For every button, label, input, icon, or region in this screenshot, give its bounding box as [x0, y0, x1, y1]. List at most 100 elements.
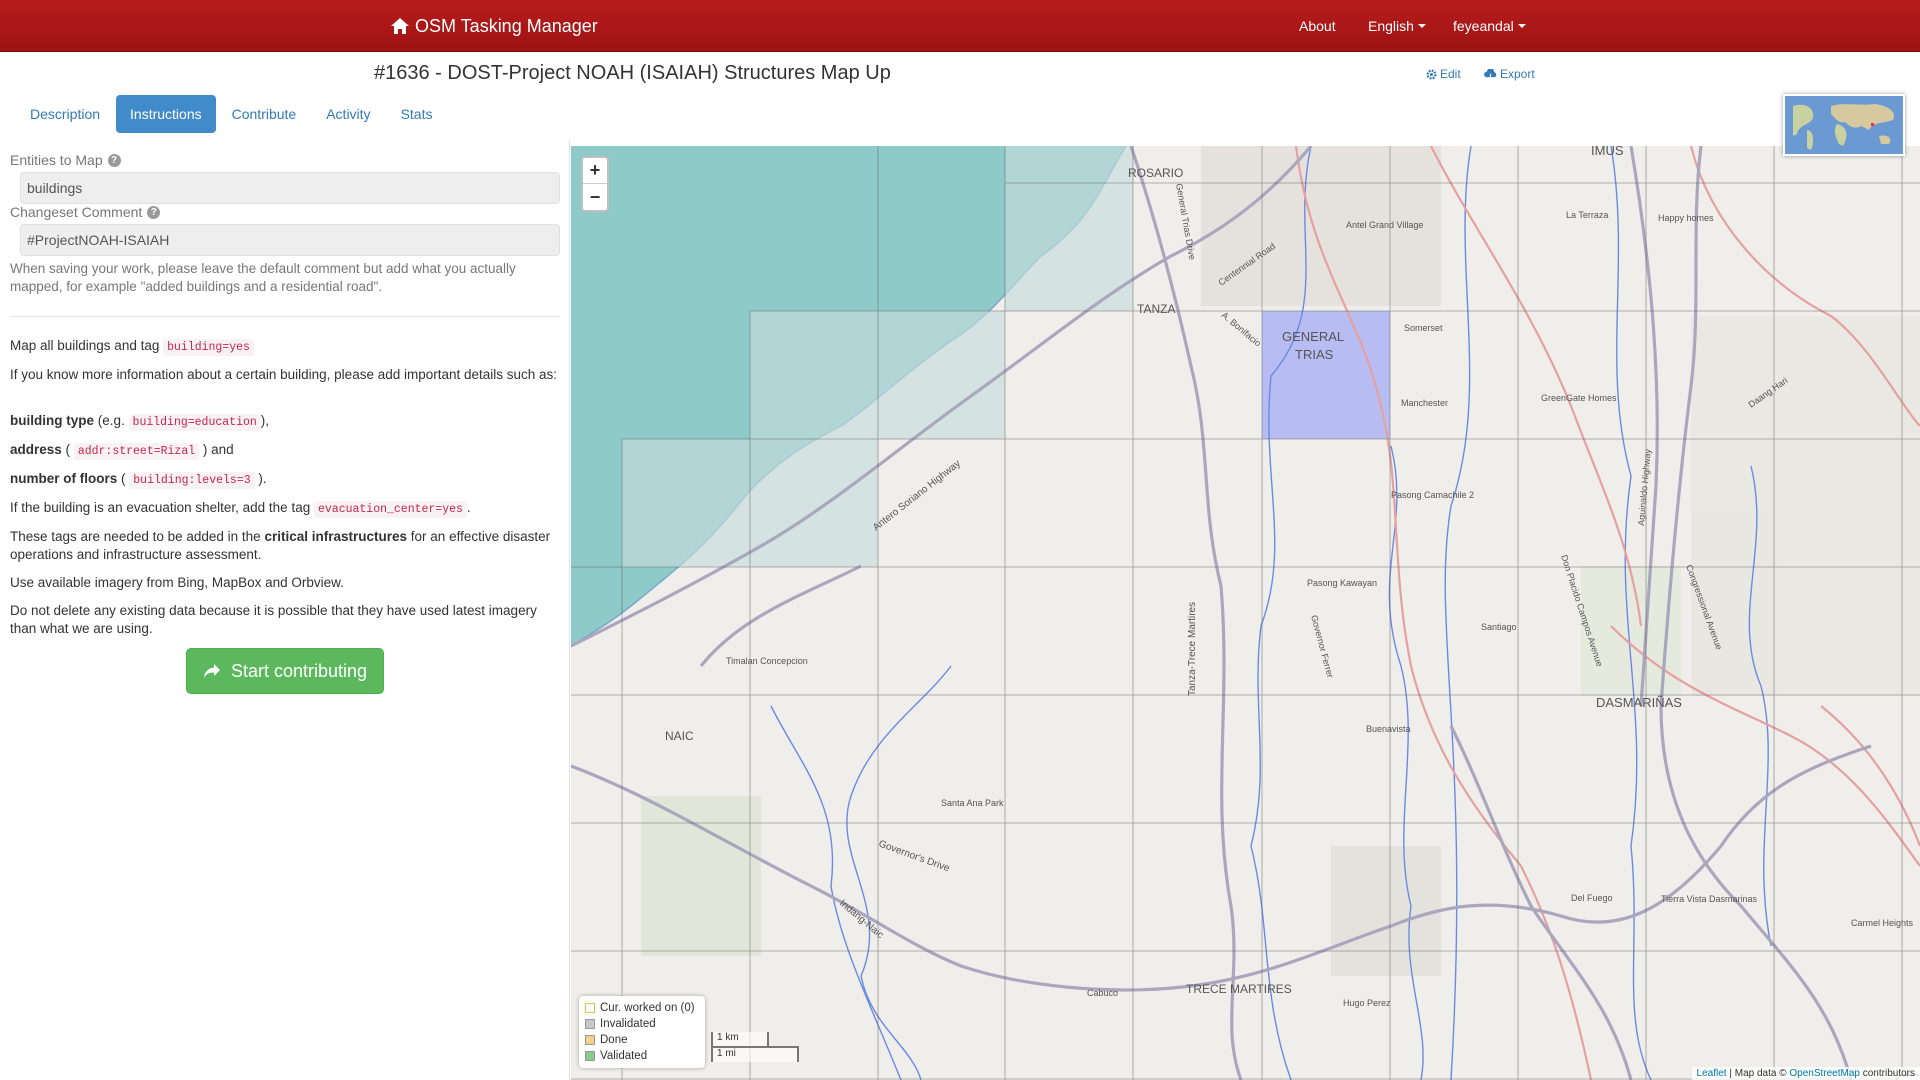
brand-label: OSM Tasking Manager [415, 15, 598, 36]
instructions-panel: Entities to Map ? buildings Changeset Co… [0, 140, 570, 1080]
user-dropdown[interactable]: feyeandal [1453, 18, 1526, 34]
place-label: Somerset [1404, 323, 1443, 333]
tag-code: addr:street=Rizal [73, 443, 200, 460]
place-label: Pasong Kawayan [1307, 578, 1377, 588]
place-label: Carmel Heights [1851, 918, 1914, 928]
edit-label: Edit [1440, 67, 1461, 81]
edit-link[interactable]: Edit [1426, 67, 1461, 81]
place-label: Tierra Vista Dasmarinas [1661, 894, 1758, 904]
start-contributing-button[interactable]: Start contributing [186, 648, 384, 694]
instruction-p8: Use available imagery from Bing, MapBox … [10, 575, 344, 590]
tab-stats[interactable]: Stats [387, 95, 447, 133]
navbar: OSM Tasking Manager About English feyean… [0, 0, 1920, 52]
place-label: Santiago [1481, 622, 1517, 632]
overview-minimap[interactable] [1783, 94, 1905, 156]
gear-icon [1426, 68, 1437, 80]
instruction-text: (e.g. [97, 413, 125, 428]
place-label: NAIC [665, 729, 694, 743]
road-label: Governor Ferrer [1309, 614, 1335, 679]
instruction-text: Map all buildings and tag [10, 338, 160, 353]
instruction-p6: If the building is an evacuation shelter… [10, 499, 560, 519]
instruction-p2: If you know more information about a cer… [10, 367, 558, 382]
instruction-text: ), [260, 413, 270, 428]
changeset-comment-field[interactable]: #ProjectNOAH-ISAIAH [20, 224, 560, 256]
language-label: English [1368, 18, 1414, 34]
zoom-out-button[interactable]: − [583, 184, 607, 210]
comment-help-text: When saving your work, please leave the … [10, 261, 516, 294]
question-icon[interactable]: ? [107, 153, 121, 167]
place-label: TRIAS [1295, 347, 1334, 362]
osm-link[interactable]: OpenStreetMap [1789, 1068, 1860, 1079]
place-label: Pasong Camachile 2 [1391, 490, 1474, 500]
legend-item: Done [585, 1032, 699, 1048]
legend-label: Invalidated [600, 1018, 656, 1030]
instruction-bold: address [10, 442, 62, 457]
instruction-text: If the building is an evacuation shelter… [10, 500, 311, 515]
tab-activity[interactable]: Activity [312, 95, 384, 133]
legend-label: Cur. worked on (0) [600, 1002, 695, 1014]
zoom-control: + − [581, 156, 609, 212]
comment-label: Changeset Comment [10, 204, 143, 220]
place-label: GENERAL [1282, 329, 1344, 344]
entities-field[interactable]: buildings [20, 172, 560, 204]
map-canvas[interactable]: IMUS ROSARIO TANZA GENERAL TRIAS DASMARI… [571, 146, 1920, 1080]
home-icon [391, 18, 409, 34]
road-label: Tanza-Trece Martires [1187, 602, 1198, 696]
instruction-p4: address ( addr:street=Rizal ) and [10, 441, 560, 461]
legend-swatch [585, 1019, 595, 1029]
tab-description[interactable]: Description [16, 95, 114, 133]
export-label: Export [1500, 67, 1535, 81]
instruction-bold: number of floors [10, 471, 118, 486]
project-tabs: Description Instructions Contribute Acti… [16, 95, 448, 134]
brand-link[interactable]: OSM Tasking Manager [390, 13, 598, 39]
instruction-p5: number of floors ( building:levels=3 ). [10, 470, 560, 490]
road-label: Aguinaldo Highway [1636, 448, 1653, 526]
zoom-in-button[interactable]: + [583, 158, 607, 184]
instruction-text: ). [258, 471, 267, 486]
instruction-p7: These tags are needed to be added in the… [10, 528, 560, 564]
road-label: Governor's Drive [877, 838, 951, 874]
place-label: Antel Grand Village [1346, 220, 1423, 230]
instruction-bold: building type [10, 413, 94, 428]
legend-swatch [585, 1035, 595, 1045]
instruction-text: . [466, 500, 471, 515]
place-label: TANZA [1137, 302, 1175, 316]
comment-label-row: Changeset Comment ? [10, 204, 161, 220]
place-label: Santa Ana Park [941, 798, 1004, 808]
legend-item: Cur. worked on (0) [585, 1000, 699, 1016]
divider [10, 316, 560, 317]
share-arrow-icon [203, 664, 220, 678]
cloud-download-icon [1484, 68, 1497, 80]
instruction-p1: Map all buildings and tag building=yes [10, 337, 560, 357]
instruction-p9: Do not delete any existing data because … [10, 603, 537, 636]
tab-contribute[interactable]: Contribute [218, 95, 311, 133]
task-map[interactable]: IMUS ROSARIO TANZA GENERAL TRIAS DASMARI… [571, 146, 1920, 1080]
entities-label: Entities to Map [10, 152, 103, 168]
start-contributing-label: Start contributing [230, 660, 368, 681]
legend-swatch [585, 1003, 595, 1013]
about-link[interactable]: About [1299, 18, 1336, 34]
export-link[interactable]: Export [1484, 67, 1535, 81]
question-icon[interactable]: ? [147, 205, 161, 219]
place-label: TRECE MARTIRES [1186, 982, 1292, 996]
instruction-p3: building type (e.g. building=education), [10, 412, 560, 432]
place-label: La Terraza [1566, 210, 1608, 220]
caret-down-icon [1417, 24, 1426, 28]
place-label: Timalan Concepcion [726, 656, 808, 666]
chat-widget-button[interactable] [1898, 1076, 1920, 1080]
tab-instructions[interactable]: Instructions [116, 95, 216, 133]
place-label: DASMARIÑAS [1596, 695, 1682, 710]
instruction-text: ) and [202, 442, 234, 457]
road-label: A. Bonifacio [1220, 310, 1263, 349]
leaflet-link[interactable]: Leaflet [1697, 1068, 1727, 1079]
place-label: GreenGate Homes [1541, 393, 1617, 403]
scale-mi: 1 mi [711, 1046, 799, 1062]
place-label: Cabuco [1087, 988, 1118, 998]
instruction-text: ( [121, 471, 126, 486]
place-label: Manchester [1401, 398, 1448, 408]
map-scale: 1 km 1 mi [711, 1032, 799, 1062]
entities-label-row: Entities to Map ? [10, 152, 121, 168]
tag-code: building=education [128, 414, 261, 431]
world-map-icon [1785, 96, 1903, 154]
language-dropdown[interactable]: English [1368, 18, 1426, 34]
